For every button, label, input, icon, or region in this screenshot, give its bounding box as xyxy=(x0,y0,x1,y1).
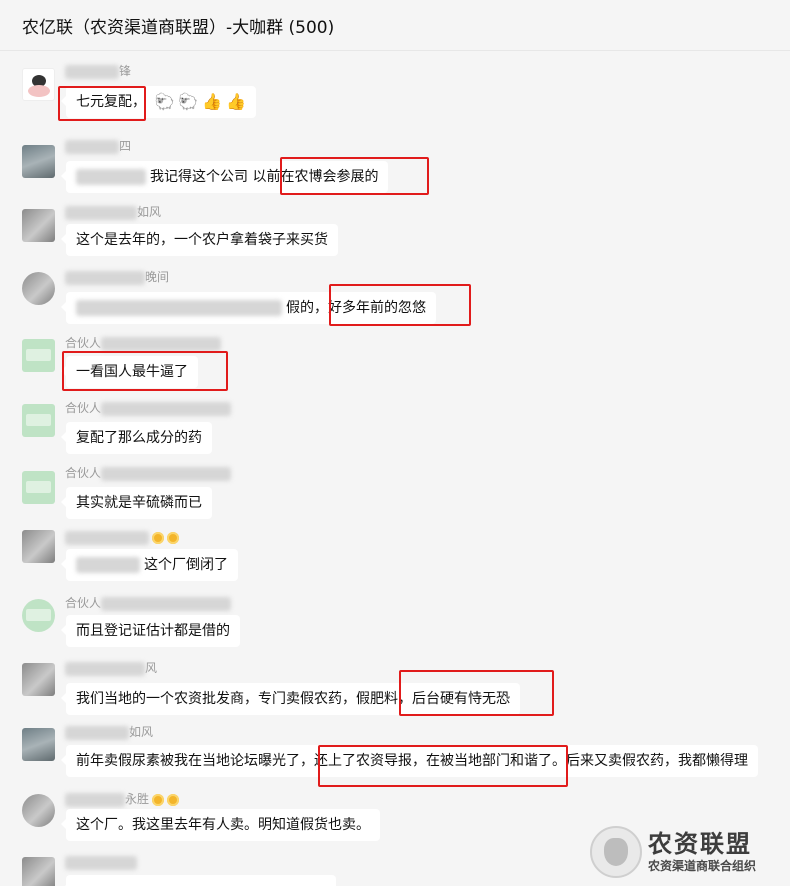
chat-title: 农亿联（农资渠道商联盟）-大咖群 (500) xyxy=(22,18,335,38)
sender-name: 合伙人 xyxy=(65,334,222,351)
highlight-box xyxy=(58,86,146,121)
blurred-name xyxy=(101,466,232,481)
blurred-text xyxy=(76,169,146,185)
message-text: 这个是去年的，一个农户拿着袋子来买货 xyxy=(76,232,328,248)
sun-emoji-icon xyxy=(167,793,180,806)
sun-emoji-icon xyxy=(152,793,165,806)
avatar[interactable] xyxy=(22,728,55,761)
thumbs-up-icon: 👍 xyxy=(226,92,247,111)
blurred-name xyxy=(65,139,119,154)
avatar[interactable] xyxy=(22,145,55,178)
blurred-name xyxy=(65,661,145,676)
thumbs-up-icon: 👍 xyxy=(202,92,223,111)
blurred-name xyxy=(65,64,119,79)
message-bubble[interactable]: 其实就是辛硫磷而已 xyxy=(61,487,212,519)
message-bubble[interactable]: 复配了那么成分的药 xyxy=(61,422,212,454)
message-bubble[interactable]: 这个是去年的，一个农户拿着袋子来买货 xyxy=(61,224,338,256)
message-text: 其实就是辛硫磷而已 xyxy=(76,495,202,511)
blurred-name xyxy=(65,855,137,870)
highlight-box xyxy=(280,157,429,195)
highlight-box xyxy=(329,284,471,326)
watermark-title: 农资联盟 xyxy=(648,830,752,858)
sender-name: 晚间 xyxy=(65,268,169,285)
message-text: 而且登记证估计都是借的 xyxy=(76,623,230,639)
avatar[interactable] xyxy=(22,530,55,563)
sender-name xyxy=(65,530,179,545)
blurred-text xyxy=(76,557,140,573)
title-bar: 农亿联（农资渠道商联盟）-大咖群 (500) xyxy=(0,0,790,51)
message-bubble[interactable] xyxy=(61,875,336,886)
message-text: 这个厂。我这里去年有人卖。明知道假货也卖。 xyxy=(76,817,370,833)
message-bubble[interactable]: 而且登记证估计都是借的 xyxy=(61,615,240,647)
blurred-name xyxy=(65,530,149,545)
sender-name: 风 xyxy=(65,659,157,676)
message-bubble[interactable]: 这个厂倒闭了 xyxy=(61,549,238,581)
highlight-box xyxy=(318,745,568,787)
blurred-name xyxy=(65,270,145,285)
blurred-text xyxy=(76,300,282,316)
logo-icon xyxy=(590,826,642,878)
watermark: 农资联盟 农资渠道商联合组织 xyxy=(590,824,780,880)
blurred-name xyxy=(65,205,137,220)
avatar[interactable] xyxy=(22,272,55,305)
sheep-emoji-icon: 🐑 xyxy=(178,92,199,111)
sun-emoji-icon xyxy=(167,531,179,544)
sender-name: 如风 xyxy=(65,723,153,740)
highlight-box xyxy=(62,351,228,391)
avatar[interactable] xyxy=(22,209,55,242)
message-text: 我们当地的一个农资批发商，专门卖假农药，假肥料， xyxy=(76,691,412,707)
avatar[interactable] xyxy=(22,599,55,632)
sun-emoji-icon xyxy=(152,531,164,544)
avatar[interactable] xyxy=(22,794,55,827)
sender-name: 合伙人 xyxy=(65,399,232,416)
avatar[interactable] xyxy=(22,404,55,437)
sender-name: 如风 xyxy=(65,203,161,220)
blurred-name xyxy=(101,596,232,611)
avatar[interactable] xyxy=(22,471,55,504)
sender-name: 合伙人 xyxy=(65,594,232,611)
message-text: 复配了那么成分的药 xyxy=(76,430,202,446)
message-list[interactable]: 锋 七元复配， 🐑 🐑 👍 👍 四 我记得这个公司 以前在农博会参展的 如风 这个是去… xyxy=(0,51,790,886)
sender-name: 永胜 xyxy=(65,790,180,807)
blurred-name xyxy=(101,401,232,416)
avatar[interactable] xyxy=(22,339,55,372)
avatar[interactable] xyxy=(22,857,55,886)
sender-name: 合伙人 xyxy=(65,464,232,481)
message-bubble[interactable]: 这个厂。我这里去年有人卖。明知道假货也卖。 xyxy=(61,809,380,841)
avatar[interactable] xyxy=(22,663,55,696)
blurred-name xyxy=(65,792,125,807)
sender-name xyxy=(65,855,137,870)
watermark-subtitle: 农资渠道商联合组织 xyxy=(648,859,757,873)
avatar[interactable] xyxy=(22,68,55,101)
highlight-box xyxy=(399,670,554,716)
blurred-name xyxy=(101,336,222,351)
message-text: 这个厂倒闭了 xyxy=(144,557,228,573)
sender-name: 四 xyxy=(65,137,131,154)
blurred-name xyxy=(65,725,129,740)
sheep-emoji-icon: 🐑 xyxy=(154,92,175,111)
sender-name: 锋 xyxy=(65,62,131,79)
message-text: 假的， xyxy=(286,300,328,316)
